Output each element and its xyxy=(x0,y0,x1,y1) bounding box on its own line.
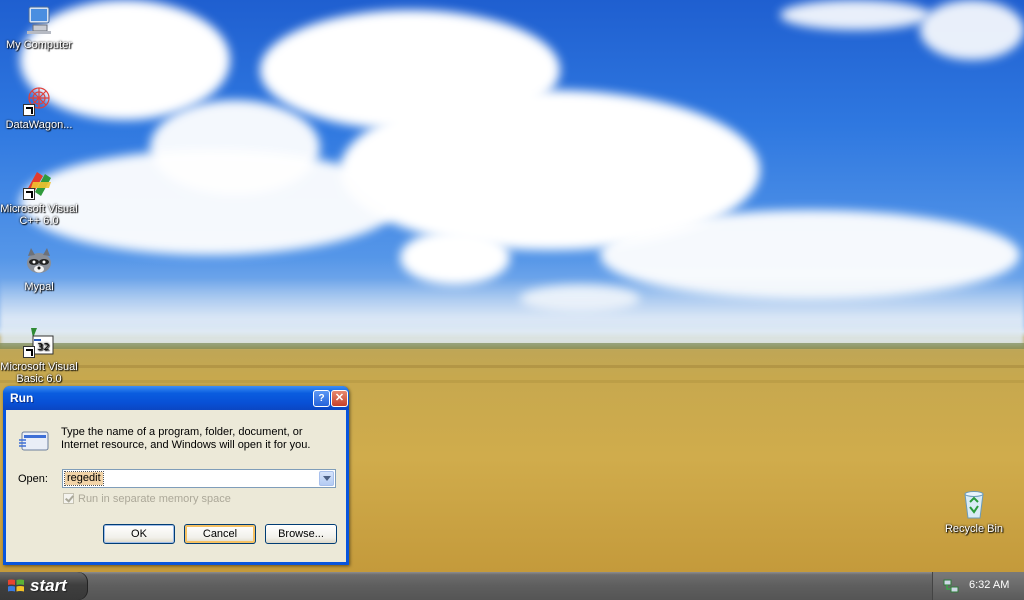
desktop-icon-datawagon[interactable]: DataWagon... xyxy=(0,84,78,131)
close-button[interactable]: ✕ xyxy=(331,390,348,407)
field-band xyxy=(0,380,1024,383)
computer-icon xyxy=(23,4,55,36)
network-icon[interactable] xyxy=(943,578,959,594)
cloud xyxy=(400,230,510,285)
desktop-icon-label: Recycle Bin xyxy=(944,523,1004,535)
desktop-icon-label: My Computer xyxy=(5,39,73,51)
help-button[interactable]: ? xyxy=(313,390,330,407)
ok-button[interactable]: OK xyxy=(103,524,175,544)
chevron-down-icon[interactable] xyxy=(319,471,334,486)
datawagon-icon xyxy=(23,84,55,116)
desktop-icon-recycle-bin[interactable]: Recycle Bin xyxy=(935,488,1013,535)
run-icon xyxy=(18,428,50,452)
run-dialog-titlebar[interactable]: Run ? ✕ xyxy=(3,386,349,410)
shortcut-arrow-icon xyxy=(23,104,35,116)
run-dialog-body: Type the name of a program, folder, docu… xyxy=(6,410,346,562)
desktop-icon-my-computer[interactable]: My Computer xyxy=(0,4,78,51)
cancel-button[interactable]: Cancel xyxy=(184,524,256,544)
svg-text:32: 32 xyxy=(37,342,50,353)
desktop-icon-label: Mypal xyxy=(24,281,54,293)
run-dialog: Run ? ✕ Type the name of a program, fold… xyxy=(3,386,349,565)
cloud xyxy=(920,0,1024,60)
horizon-haze xyxy=(0,278,1024,346)
desktop-icon-label: Microsoft Visual C++ 6.0 xyxy=(0,203,78,227)
desktop-icon-visual-cpp[interactable]: Microsoft Visual C++ 6.0 xyxy=(0,168,78,227)
windows-flag-icon xyxy=(8,579,24,592)
system-tray: 6:32 AM xyxy=(932,572,1024,600)
open-input-value[interactable]: regedit xyxy=(64,471,104,486)
separate-memory-label: Run in separate memory space xyxy=(78,493,231,505)
desktop-icon-visual-basic[interactable]: 32 Microsoft Visual Basic 6.0 xyxy=(0,326,78,385)
cloud xyxy=(780,0,930,30)
separate-memory-checkbox xyxy=(63,493,74,504)
open-label: Open: xyxy=(18,473,48,485)
start-label: start xyxy=(30,576,67,595)
shortcut-arrow-icon xyxy=(23,346,35,358)
desktop-icon-label: DataWagon... xyxy=(5,119,73,131)
run-instruction-text: Type the name of a program, folder, docu… xyxy=(61,426,311,451)
clock[interactable]: 6:32 AM xyxy=(969,579,1009,591)
desktop-icon-mypal[interactable]: Mypal xyxy=(0,246,78,293)
open-combobox[interactable]: regedit xyxy=(62,469,336,488)
browse-button[interactable]: Browse... xyxy=(265,524,337,544)
raccoon-icon xyxy=(23,246,55,278)
run-dialog-title: Run xyxy=(10,391,34,405)
visual-basic-icon: 32 xyxy=(23,326,55,358)
taskbar: start 6:32 AM xyxy=(0,572,1024,600)
field-band xyxy=(0,365,1024,368)
recycle-bin-icon xyxy=(958,488,990,520)
visual-cpp-icon xyxy=(23,168,55,200)
start-button[interactable]: start xyxy=(0,572,88,600)
desktop-icon-label: Microsoft Visual Basic 6.0 xyxy=(0,361,78,385)
horizon-line xyxy=(0,343,1024,349)
shortcut-arrow-icon xyxy=(23,188,35,200)
